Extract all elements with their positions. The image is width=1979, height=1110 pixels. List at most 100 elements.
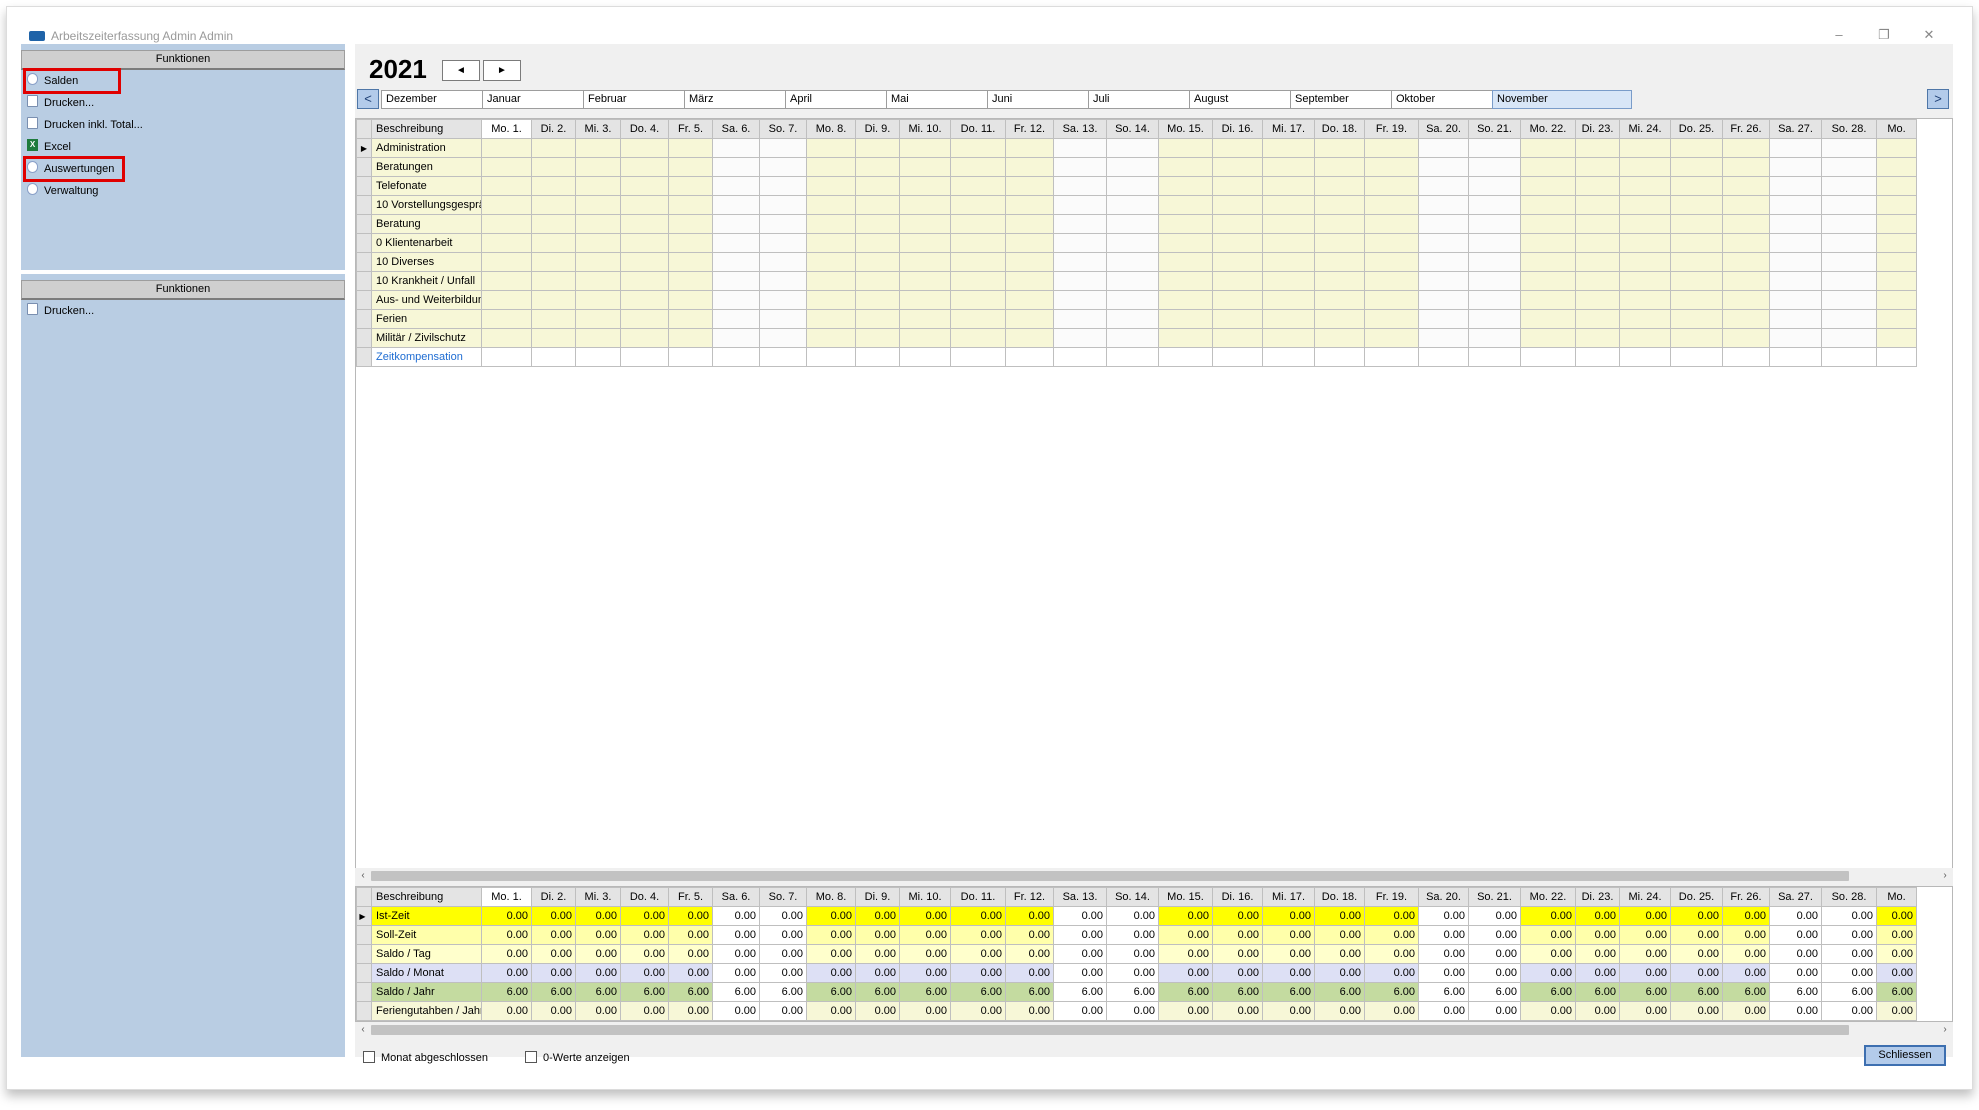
- time-cell[interactable]: [620, 271, 669, 291]
- time-cell[interactable]: [806, 309, 856, 329]
- time-cell[interactable]: [1314, 290, 1365, 310]
- column-header-day[interactable]: Mo. 1.: [481, 887, 532, 907]
- time-cell[interactable]: [1619, 290, 1671, 310]
- column-header-day[interactable]: Di. 9.: [855, 119, 900, 139]
- time-cell[interactable]: [806, 233, 856, 253]
- column-header-day[interactable]: Mo. 22.: [1520, 119, 1576, 139]
- time-cell[interactable]: [1212, 271, 1263, 291]
- time-cell[interactable]: [712, 157, 760, 177]
- column-header-day[interactable]: Di. 23.: [1575, 887, 1620, 907]
- sidebar-item-excel[interactable]: X Excel: [27, 138, 71, 156]
- time-cell[interactable]: [1722, 233, 1770, 253]
- time-cell[interactable]: [620, 195, 669, 215]
- time-cell[interactable]: [1314, 328, 1365, 348]
- time-cell[interactable]: [1575, 176, 1620, 196]
- time-cell[interactable]: [1619, 195, 1671, 215]
- time-cell[interactable]: [712, 138, 760, 158]
- time-cell[interactable]: [1005, 290, 1054, 310]
- table-row[interactable]: ▶ Administration: [356, 138, 1917, 158]
- time-cell[interactable]: [1821, 347, 1877, 367]
- time-cell[interactable]: [899, 271, 951, 291]
- time-cell[interactable]: [950, 138, 1006, 158]
- time-cell[interactable]: [1821, 290, 1877, 310]
- time-cell[interactable]: [1262, 328, 1315, 348]
- time-cell[interactable]: [806, 214, 856, 234]
- time-cell[interactable]: [1575, 138, 1620, 158]
- column-header-day[interactable]: Sa. 20.: [1418, 119, 1469, 139]
- time-cell[interactable]: [1769, 328, 1822, 348]
- column-header-day[interactable]: So. 14.: [1106, 119, 1159, 139]
- time-cell[interactable]: [1722, 309, 1770, 329]
- time-cell[interactable]: [950, 176, 1006, 196]
- column-header-day[interactable]: Di. 16.: [1212, 887, 1263, 907]
- time-cell[interactable]: [1575, 290, 1620, 310]
- time-cell[interactable]: [759, 138, 807, 158]
- time-cell[interactable]: [712, 252, 760, 272]
- time-cell[interactable]: [1821, 233, 1877, 253]
- time-cell[interactable]: [531, 176, 576, 196]
- time-cell[interactable]: [1212, 157, 1263, 177]
- row-header[interactable]: [356, 252, 372, 272]
- time-cell[interactable]: [712, 233, 760, 253]
- time-cell[interactable]: [806, 195, 856, 215]
- time-cell[interactable]: [1005, 233, 1054, 253]
- time-cell[interactable]: [1769, 271, 1822, 291]
- row-header[interactable]: [356, 944, 372, 964]
- time-cell[interactable]: [1364, 176, 1419, 196]
- time-cell[interactable]: [1821, 214, 1877, 234]
- time-cell[interactable]: [899, 157, 951, 177]
- current-row-icon[interactable]: ▶: [356, 138, 372, 158]
- column-header-day[interactable]: Mo. 8.: [806, 119, 856, 139]
- table-row[interactable]: Ferien: [356, 309, 1917, 329]
- time-cell[interactable]: [1876, 157, 1917, 177]
- time-cell[interactable]: [481, 138, 532, 158]
- time-cell[interactable]: [1314, 214, 1365, 234]
- time-cell[interactable]: [668, 252, 713, 272]
- column-header-day[interactable]: Mi. 10.: [899, 119, 951, 139]
- time-cell[interactable]: [855, 347, 900, 367]
- time-cell[interactable]: [1212, 328, 1263, 348]
- time-cell[interactable]: [1619, 157, 1671, 177]
- time-cell[interactable]: [1418, 195, 1469, 215]
- time-cell[interactable]: [1364, 347, 1419, 367]
- time-cell[interactable]: [1520, 233, 1576, 253]
- bottom-scrollbar[interactable]: ‹ ›: [355, 1022, 1953, 1038]
- column-header-day[interactable]: Mo. 8.: [806, 887, 856, 907]
- time-cell[interactable]: [620, 328, 669, 348]
- time-cell[interactable]: [1418, 252, 1469, 272]
- top-scrollbar[interactable]: ‹ ›: [355, 868, 1953, 884]
- time-cell[interactable]: [1364, 138, 1419, 158]
- time-cell[interactable]: [481, 252, 532, 272]
- table-row[interactable]: Feriengutahben / Jahr 0.00 0.00 0.00 0.00 0.0…: [356, 1001, 1917, 1021]
- time-cell[interactable]: [1053, 157, 1107, 177]
- column-header-day[interactable]: So. 28.: [1821, 119, 1877, 139]
- time-cell[interactable]: [1418, 214, 1469, 234]
- time-cell[interactable]: [1876, 347, 1917, 367]
- column-header-day[interactable]: Fr. 12.: [1005, 887, 1054, 907]
- time-cell[interactable]: [668, 271, 713, 291]
- column-header-day[interactable]: Sa. 27.: [1769, 119, 1822, 139]
- row-header[interactable]: [356, 1001, 372, 1021]
- sidebar-item-drucken-total[interactable]: Drucken inkl. Total...: [27, 116, 143, 134]
- column-header-day[interactable]: Mo. 15.: [1158, 119, 1213, 139]
- time-cell[interactable]: [950, 328, 1006, 348]
- column-header-day[interactable]: Sa. 27.: [1769, 887, 1822, 907]
- time-cell[interactable]: [1212, 195, 1263, 215]
- time-cell[interactable]: [1053, 309, 1107, 329]
- column-header-day[interactable]: Mo. 15.: [1158, 887, 1213, 907]
- time-cell[interactable]: [620, 233, 669, 253]
- time-cell[interactable]: [1212, 290, 1263, 310]
- time-cell[interactable]: [668, 195, 713, 215]
- time-cell[interactable]: [575, 252, 621, 272]
- time-cell[interactable]: [481, 214, 532, 234]
- time-cell[interactable]: [1619, 233, 1671, 253]
- table-row[interactable]: Militär / Zivilschutz: [356, 328, 1917, 348]
- time-cell[interactable]: [1158, 328, 1213, 348]
- time-cell[interactable]: [575, 195, 621, 215]
- time-cell[interactable]: [1821, 157, 1877, 177]
- time-cell[interactable]: [855, 328, 900, 348]
- time-cell[interactable]: [1158, 290, 1213, 310]
- column-header-day[interactable]: Fr. 5.: [668, 887, 713, 907]
- time-cell[interactable]: [712, 347, 760, 367]
- time-cell[interactable]: [712, 214, 760, 234]
